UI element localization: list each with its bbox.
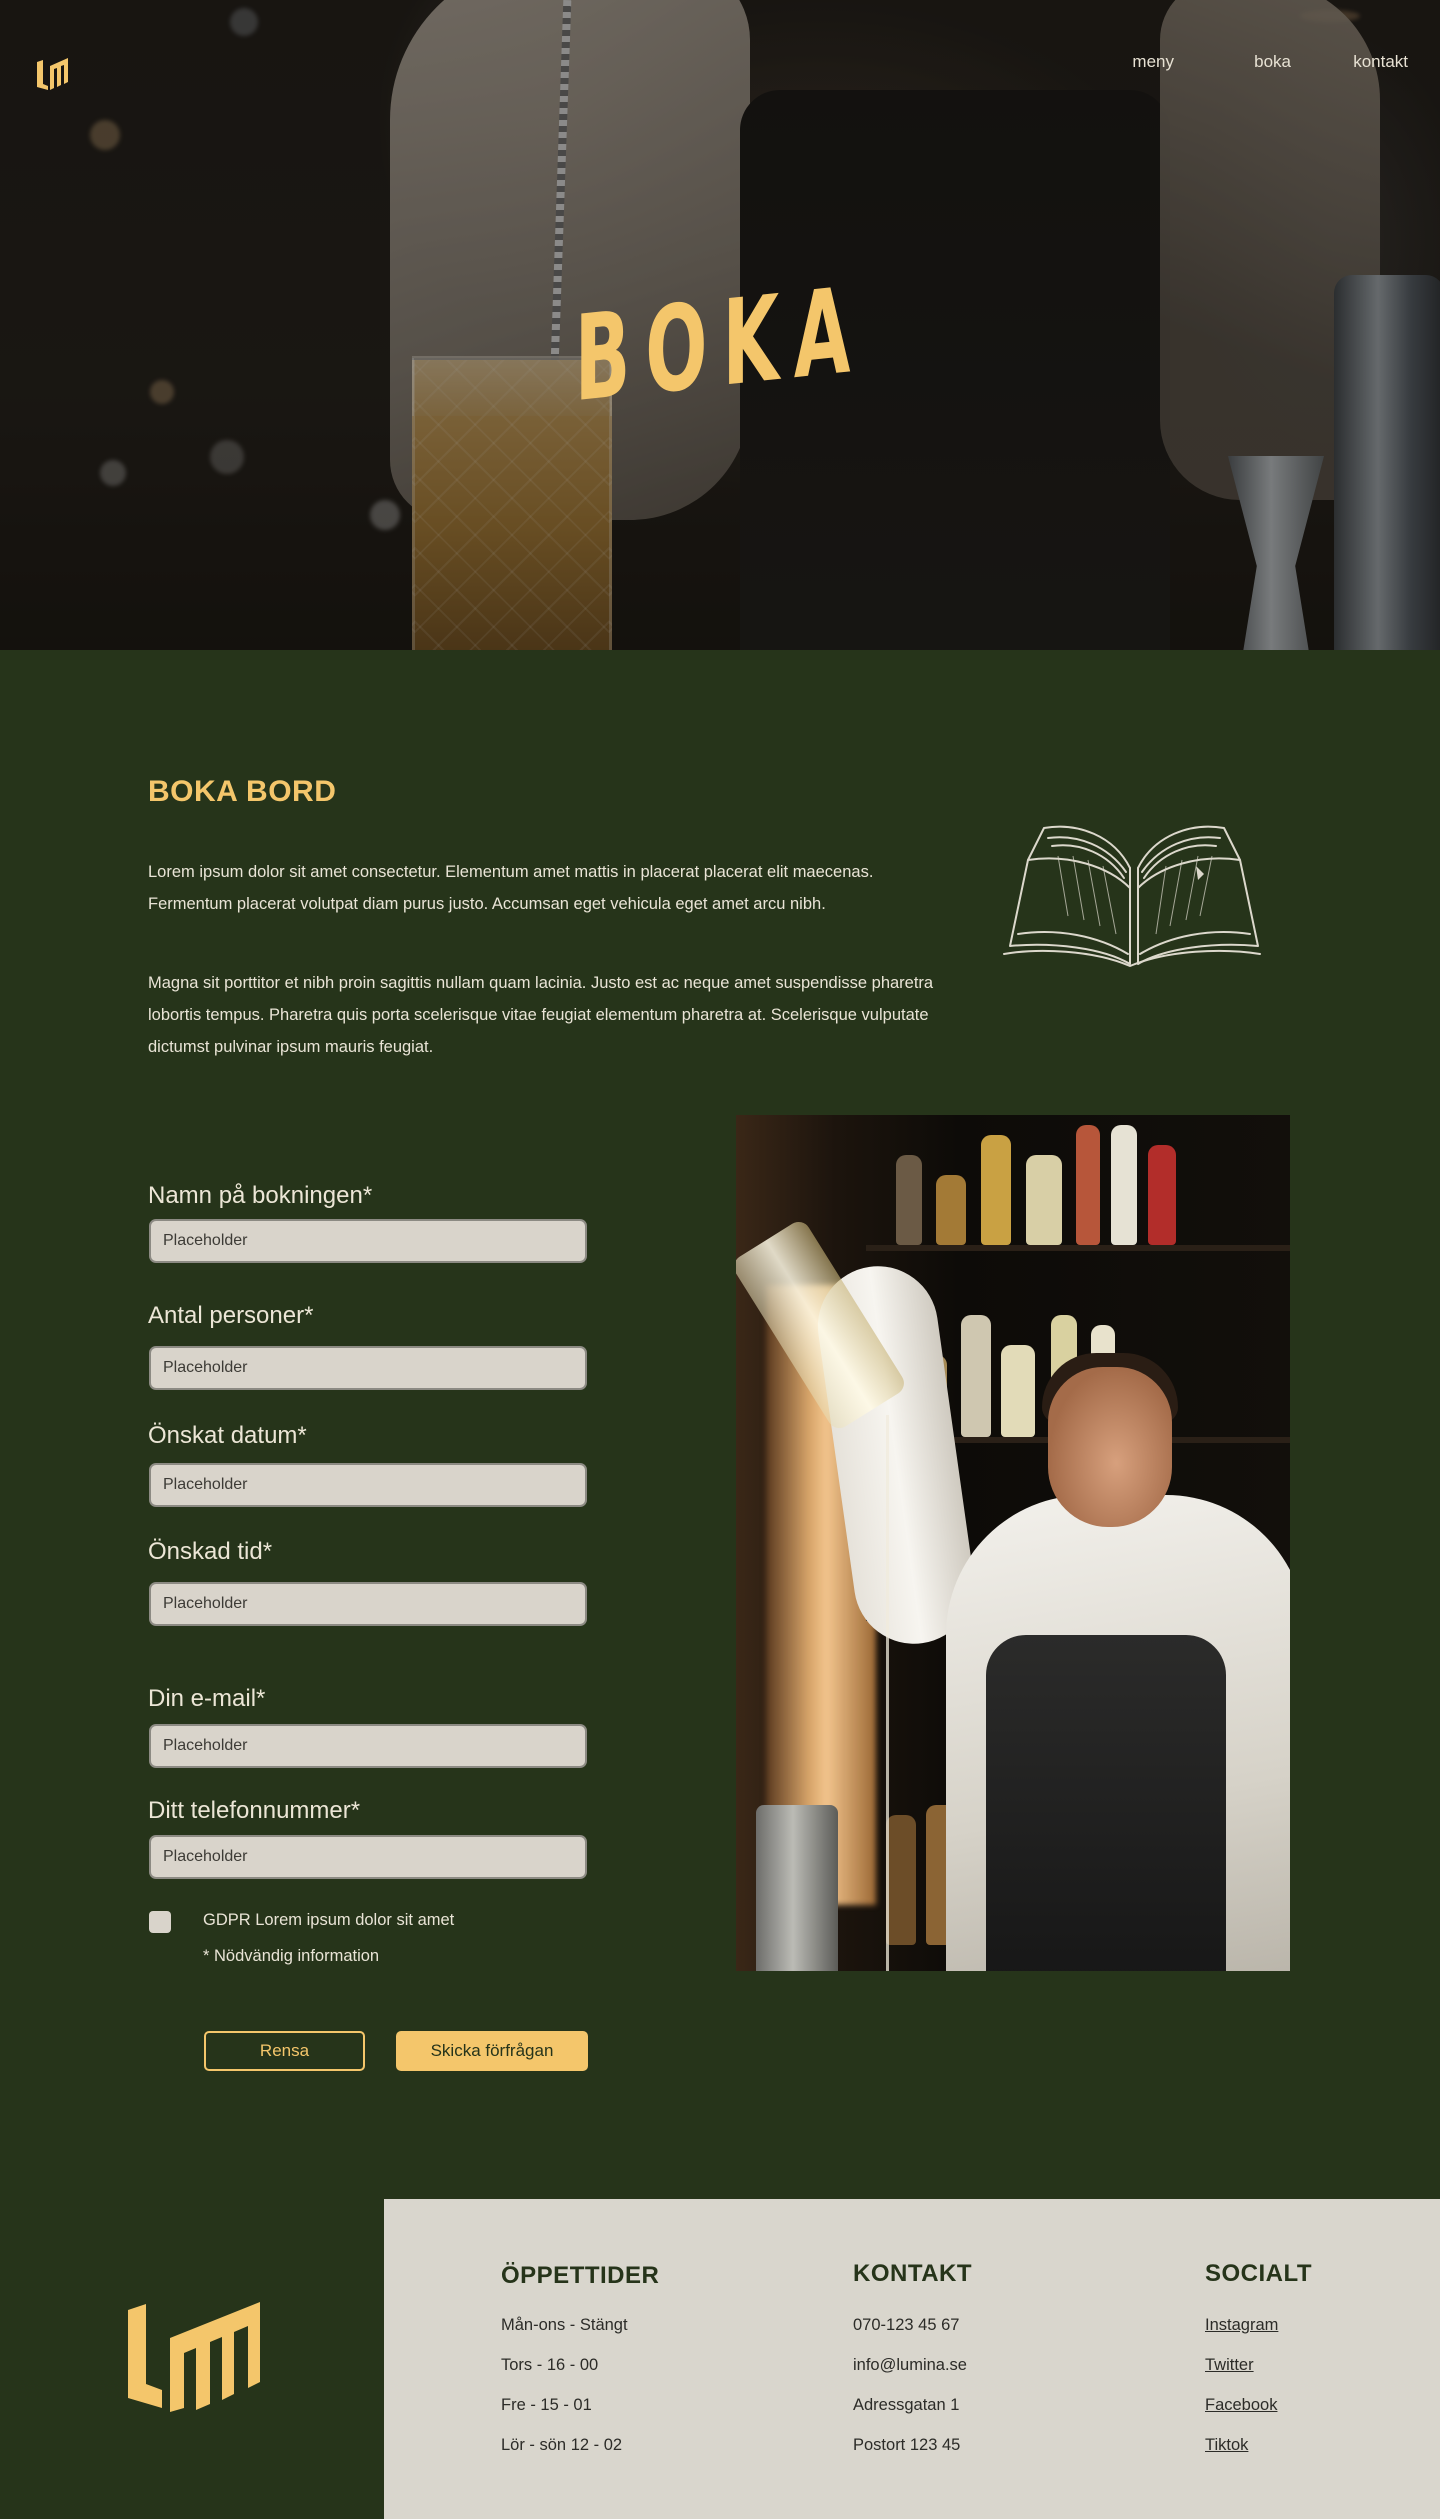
- submit-button[interactable]: Skicka förfrågan: [396, 2031, 588, 2071]
- lm-logo-icon[interactable]: [126, 2298, 262, 2412]
- footer-postal: Postort 123 45: [853, 2436, 961, 2454]
- phone-input[interactable]: [149, 1835, 587, 1879]
- footer: ÖPPETTIDER Mån-ons - Stängt Tors - 16 - …: [384, 2199, 1440, 2519]
- time-input[interactable]: [149, 1582, 587, 1626]
- name-input[interactable]: [149, 1219, 587, 1263]
- footer-hours-line: Fre - 15 - 01: [501, 2396, 592, 2414]
- intro-paragraph-1: Lorem ipsum dolor sit amet consectetur. …: [148, 863, 874, 913]
- nav-item-boka[interactable]: boka: [1254, 52, 1291, 72]
- hero-banner: meny boka kontakt BOKA: [0, 0, 1440, 650]
- footer-hours-line: Mån-ons - Stängt: [501, 2316, 628, 2334]
- date-label: Önskat datum*: [148, 1422, 307, 1449]
- footer-contact-heading: KONTAKT: [853, 2260, 973, 2287]
- lm-logo-icon[interactable]: [34, 54, 72, 92]
- instagram-link[interactable]: Instagram: [1205, 2316, 1278, 2335]
- gdpr-label: GDPR Lorem ipsum dolor sit amet: [203, 1911, 455, 1929]
- date-input[interactable]: [149, 1463, 587, 1507]
- footer-hours-line: Tors - 16 - 00: [501, 2356, 599, 2374]
- nav-item-kontakt[interactable]: kontakt: [1353, 52, 1408, 72]
- name-label: Namn på bokningen*: [148, 1182, 373, 1209]
- bartender-photo: [736, 1115, 1290, 1971]
- email-label: Din e-mail*: [148, 1685, 266, 1712]
- nav-item-meny[interactable]: meny: [1132, 52, 1174, 72]
- intro-paragraph-2: Magna sit porttitor et nibh proin sagitt…: [148, 974, 934, 1056]
- guests-label: Antal personer*: [148, 1302, 314, 1329]
- footer-email[interactable]: info@lumina.se: [853, 2356, 967, 2375]
- facebook-link[interactable]: Facebook: [1205, 2396, 1277, 2415]
- time-label: Önskad tid*: [148, 1538, 273, 1565]
- section-title: BOKA BORD: [148, 775, 337, 808]
- email-input[interactable]: [149, 1724, 587, 1768]
- gdpr-checkbox[interactable]: [149, 1911, 171, 1933]
- footer-hours-heading: ÖPPETTIDER: [501, 2262, 660, 2289]
- phone-label: Ditt telefonnummer*: [148, 1797, 361, 1824]
- footer-phone[interactable]: 070-123 45 67: [853, 2316, 959, 2335]
- footer-hours-line: Lör - sön 12 - 02: [501, 2436, 623, 2454]
- twitter-link[interactable]: Twitter: [1205, 2356, 1254, 2375]
- guests-input[interactable]: [149, 1346, 587, 1390]
- open-book-icon: [1003, 825, 1261, 967]
- reset-button[interactable]: Rensa: [204, 2031, 365, 2071]
- footer-social-heading: SOCIALT: [1205, 2260, 1313, 2287]
- footer-address: Adressgatan 1: [853, 2396, 960, 2414]
- required-note: * Nödvändig information: [203, 1947, 380, 1965]
- tiktok-link[interactable]: Tiktok: [1205, 2436, 1248, 2455]
